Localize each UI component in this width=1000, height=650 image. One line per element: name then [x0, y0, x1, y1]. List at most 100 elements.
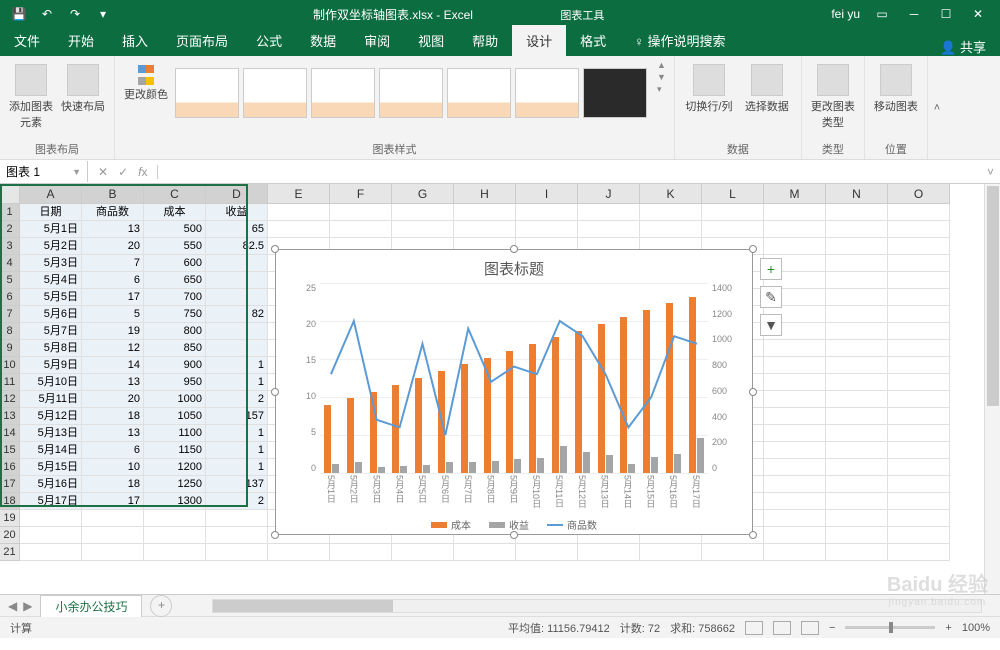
sheet-nav-next-icon[interactable]: ▶ — [23, 599, 32, 613]
chart-elements-button[interactable]: + — [760, 258, 782, 280]
cell[interactable]: 14 — [82, 357, 144, 374]
cell[interactable] — [206, 527, 268, 544]
cell[interactable]: 17 — [82, 493, 144, 510]
tab-formulas[interactable]: 公式 — [242, 25, 296, 56]
cell[interactable]: 550 — [144, 238, 206, 255]
column-header[interactable]: L — [702, 184, 764, 204]
cell[interactable] — [82, 544, 144, 561]
move-chart-button[interactable]: 移动图表 — [873, 60, 919, 114]
row-header[interactable]: 6 — [0, 289, 20, 306]
cell[interactable]: 1250 — [144, 476, 206, 493]
column-header[interactable]: B — [82, 184, 144, 204]
cell[interactable]: 850 — [144, 340, 206, 357]
cell[interactable] — [640, 221, 702, 238]
resize-handle[interactable] — [749, 388, 757, 396]
cell[interactable] — [888, 374, 950, 391]
cell[interactable] — [516, 204, 578, 221]
cell[interactable] — [144, 527, 206, 544]
fx-icon[interactable]: fx — [138, 165, 147, 179]
zoom-level[interactable]: 100% — [962, 622, 990, 634]
cell[interactable] — [392, 204, 454, 221]
save-icon[interactable]: 💾 — [12, 7, 26, 21]
column-header[interactable]: F — [330, 184, 392, 204]
cell[interactable]: 5月10日 — [20, 374, 82, 391]
zoom-slider[interactable] — [845, 626, 935, 629]
cell[interactable] — [764, 221, 826, 238]
cell[interactable]: 5月11日 — [20, 391, 82, 408]
cell[interactable] — [888, 527, 950, 544]
cell[interactable]: 700 — [144, 289, 206, 306]
zoom-in-button[interactable]: + — [945, 622, 951, 634]
cell[interactable] — [764, 476, 826, 493]
cell[interactable]: 2 — [206, 391, 268, 408]
tab-data[interactable]: 数据 — [296, 25, 350, 56]
normal-view-button[interactable] — [745, 621, 763, 635]
cell[interactable] — [888, 408, 950, 425]
cell[interactable] — [82, 527, 144, 544]
column-header[interactable]: H — [454, 184, 516, 204]
cell[interactable] — [764, 357, 826, 374]
cell[interactable]: 800 — [144, 323, 206, 340]
row-header[interactable]: 4 — [0, 255, 20, 272]
gallery-down-icon[interactable]: ▼ — [657, 72, 666, 82]
tab-home[interactable]: 开始 — [54, 25, 108, 56]
row-header[interactable]: 11 — [0, 374, 20, 391]
cell[interactable] — [268, 221, 330, 238]
cell[interactable] — [392, 221, 454, 238]
chart-style-gallery[interactable] — [175, 60, 647, 118]
cell[interactable] — [764, 204, 826, 221]
row-header[interactable]: 18 — [0, 493, 20, 510]
cell[interactable]: 950 — [144, 374, 206, 391]
cell[interactable] — [826, 221, 888, 238]
cell[interactable]: 1200 — [144, 459, 206, 476]
column-header[interactable]: E — [268, 184, 330, 204]
cell[interactable] — [206, 289, 268, 306]
cell[interactable] — [888, 425, 950, 442]
cell[interactable] — [764, 340, 826, 357]
column-header[interactable]: K — [640, 184, 702, 204]
cell[interactable] — [702, 544, 764, 561]
tab-format[interactable]: 格式 — [566, 25, 620, 56]
maximize-icon[interactable]: ☐ — [936, 7, 956, 21]
chart-legend[interactable]: 成本 收益 商品数 — [276, 511, 752, 532]
cell[interactable] — [826, 306, 888, 323]
cell[interactable] — [206, 510, 268, 527]
cell[interactable] — [82, 510, 144, 527]
column-header[interactable]: G — [392, 184, 454, 204]
chart-style-thumb[interactable] — [447, 68, 511, 118]
cell[interactable]: 5月1日 — [20, 221, 82, 238]
column-header[interactable]: I — [516, 184, 578, 204]
cell[interactable] — [206, 544, 268, 561]
chart-style-thumb[interactable] — [379, 68, 443, 118]
row-header[interactable]: 15 — [0, 442, 20, 459]
cell[interactable]: 18 — [82, 476, 144, 493]
cell[interactable]: 82.5 — [206, 238, 268, 255]
zoom-out-button[interactable]: − — [829, 622, 835, 634]
cell[interactable] — [764, 544, 826, 561]
cell[interactable]: 900 — [144, 357, 206, 374]
cell[interactable] — [764, 459, 826, 476]
chart-style-thumb[interactable] — [583, 68, 647, 118]
cell[interactable]: 5月3日 — [20, 255, 82, 272]
row-header[interactable]: 21 — [0, 544, 20, 561]
cell[interactable] — [330, 204, 392, 221]
cell[interactable] — [888, 289, 950, 306]
cell[interactable] — [578, 544, 640, 561]
cell[interactable] — [20, 510, 82, 527]
cell[interactable]: 商品数 — [82, 204, 144, 221]
row-header[interactable]: 9 — [0, 340, 20, 357]
user-name[interactable]: fei yu — [831, 7, 860, 21]
cell[interactable]: 1 — [206, 459, 268, 476]
cell[interactable] — [268, 204, 330, 221]
cell[interactable]: 600 — [144, 255, 206, 272]
row-header[interactable]: 17 — [0, 476, 20, 493]
tab-view[interactable]: 视图 — [404, 25, 458, 56]
cell[interactable]: 5月9日 — [20, 357, 82, 374]
cell[interactable]: 5月14日 — [20, 442, 82, 459]
chart-style-thumb[interactable] — [515, 68, 579, 118]
cell[interactable]: 5月13日 — [20, 425, 82, 442]
row-header[interactable]: 13 — [0, 408, 20, 425]
cell[interactable] — [330, 544, 392, 561]
chart-filters-button[interactable]: ▼ — [760, 314, 782, 336]
cell[interactable] — [888, 204, 950, 221]
